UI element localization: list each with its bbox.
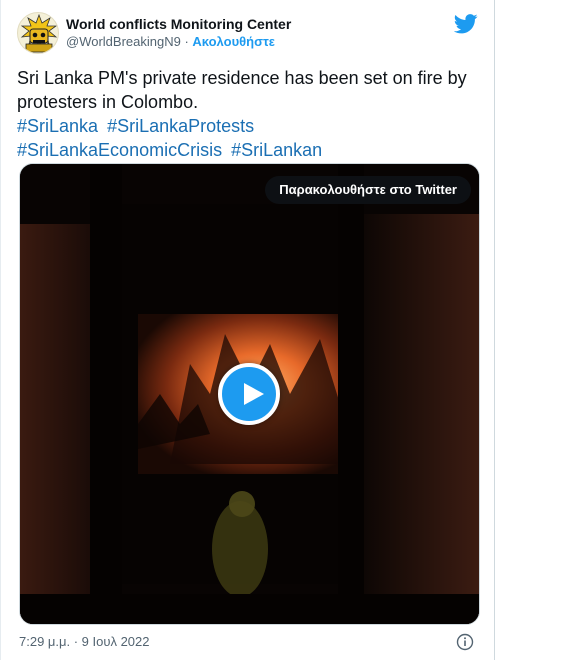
tweet-body: Sri Lanka PM's private residence has bee… bbox=[17, 66, 467, 162]
hashtag-link[interactable]: #SriLankaEconomicCrisis bbox=[17, 140, 222, 160]
follow-link[interactable]: Ακολουθήστε bbox=[192, 34, 275, 49]
twitter-bird-icon[interactable] bbox=[454, 14, 478, 34]
account-avatar[interactable] bbox=[17, 12, 59, 54]
avatar-art-icon bbox=[20, 13, 58, 53]
hashtag-link[interactable]: #SriLankaProtests bbox=[107, 116, 254, 136]
handle-line: @WorldBreakingN9 · Ακολουθήστε bbox=[66, 33, 291, 51]
hashtag-link[interactable]: #SriLankan bbox=[231, 140, 322, 160]
tweet-header: World conflicts Monitoring Center @World… bbox=[17, 12, 478, 56]
account-handle[interactable]: @WorldBreakingN9 bbox=[66, 34, 181, 49]
play-button[interactable] bbox=[218, 363, 280, 425]
play-icon bbox=[244, 383, 264, 405]
tweet-footer: 7:29 μ.μ. · 9 Ιουλ 2022 bbox=[19, 633, 476, 653]
account-display-name[interactable]: World conflicts Monitoring Center bbox=[66, 15, 291, 33]
account-names: World conflicts Monitoring Center @World… bbox=[66, 15, 291, 51]
handle-separator: · bbox=[180, 34, 193, 49]
hashtag-link[interactable]: #SriLanka bbox=[17, 116, 98, 136]
tweet-text: Sri Lanka PM's private residence has bee… bbox=[17, 68, 467, 112]
video-media[interactable]: Παρακολουθήστε στο Twitter bbox=[19, 163, 480, 625]
tweet-timestamp[interactable]: 7:29 μ.μ. · 9 Ιουλ 2022 bbox=[19, 634, 150, 649]
info-icon[interactable] bbox=[456, 633, 474, 651]
tweet-card: World conflicts Monitoring Center @World… bbox=[0, 0, 495, 660]
hashtag-list: #SriLanka #SriLankaProtests #SriLankaEco… bbox=[17, 114, 467, 162]
watch-on-twitter-button[interactable]: Παρακολουθήστε στο Twitter bbox=[265, 176, 471, 204]
